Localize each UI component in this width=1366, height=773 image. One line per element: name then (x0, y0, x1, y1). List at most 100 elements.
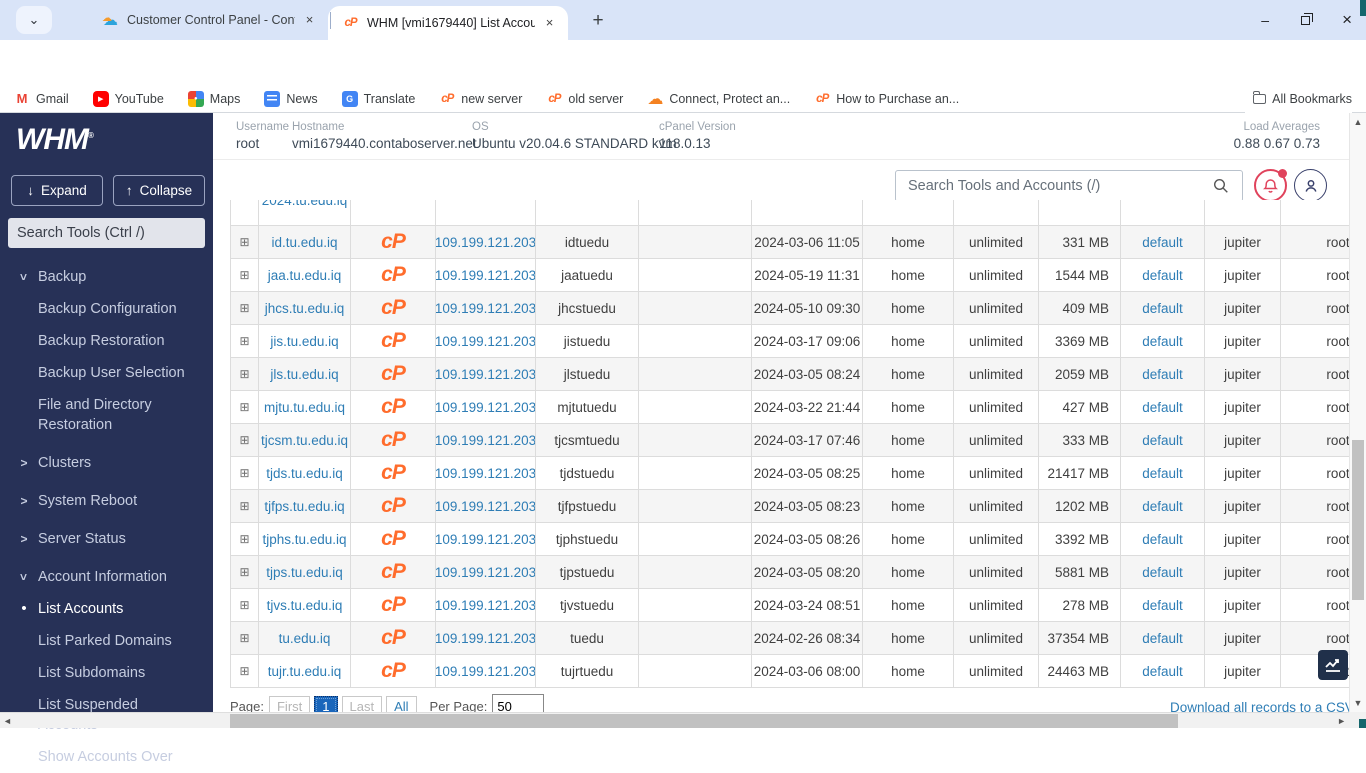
scroll-right-icon[interactable]: ► (1337, 716, 1346, 726)
bookmark-item[interactable]: old server (546, 91, 623, 107)
expand-row-icon[interactable]: ⊞ (239, 565, 249, 579)
domain-link[interactable]: jis.tu.edu.iq (270, 334, 338, 349)
tab-close-icon[interactable]: × (301, 12, 318, 29)
domain-link[interactable]: id.tu.edu.iq (271, 235, 337, 250)
sidebar-item[interactable]: Backup User Selection (0, 357, 213, 389)
cpanel-logo-icon[interactable]: cP (381, 560, 405, 584)
scroll-up-icon[interactable]: ▲ (1350, 117, 1366, 127)
ip-link[interactable]: 109.199.121.203 (436, 400, 536, 415)
sidebar-item[interactable]: Account Information (0, 561, 213, 593)
bookmark-item[interactable]: Translate (342, 91, 416, 107)
horizontal-scroll-thumb[interactable] (230, 714, 1178, 728)
collapse-button[interactable]: ↑ Collapse (113, 175, 205, 206)
sidebar-item[interactable]: System Reboot (0, 485, 213, 517)
sidebar-item[interactable]: File and Directory Restoration (0, 389, 213, 441)
tab-close-icon[interactable]: × (541, 15, 558, 32)
style-link[interactable]: default (1142, 268, 1183, 283)
minimize-button[interactable]: – (1261, 12, 1269, 28)
domain-link[interactable]: tjds.tu.edu.iq (266, 466, 343, 481)
domain-link[interactable]: 2024.tu.edu.iq (262, 200, 348, 208)
page-button[interactable]: First (269, 696, 310, 713)
ip-link[interactable]: 109.199.121.203 (436, 334, 536, 349)
ip-link[interactable]: 109.199.121.203 (436, 664, 536, 679)
horizontal-scrollbar[interactable]: ◄ ► (0, 712, 1349, 728)
user-menu-button[interactable] (1294, 169, 1327, 202)
bookmark-item[interactable]: Gmail (14, 91, 69, 107)
domain-link[interactable]: tu.edu.iq (279, 631, 331, 646)
expand-row-icon[interactable]: ⊞ (239, 664, 249, 678)
domain-link[interactable]: tjvs.tu.edu.iq (267, 598, 343, 613)
domain-link[interactable]: tjcsm.tu.edu.iq (261, 433, 348, 448)
ip-link[interactable]: 109.199.121.203 (436, 532, 536, 547)
expand-row-icon[interactable]: ⊞ (239, 400, 249, 414)
style-link[interactable]: default (1142, 466, 1183, 481)
expand-row-icon[interactable]: ⊞ (239, 235, 249, 249)
style-link[interactable]: default (1142, 565, 1183, 580)
bookmark-item[interactable]: Connect, Protect an... (647, 91, 790, 107)
expand-row-icon[interactable]: ⊞ (239, 466, 249, 480)
cpanel-logo-icon[interactable]: cP (381, 263, 405, 287)
expand-row-icon[interactable]: ⊞ (239, 532, 249, 546)
tab-search-button[interactable]: ⌄ (16, 6, 52, 34)
cpanel-logo-icon[interactable]: cP (381, 461, 405, 485)
restore-button[interactable] (1301, 16, 1310, 25)
notifications-button[interactable] (1254, 169, 1287, 202)
bookmark-item[interactable]: How to Purchase an... (814, 91, 959, 107)
close-window-button[interactable]: × (1342, 10, 1352, 30)
style-link[interactable]: default (1142, 433, 1183, 448)
style-link[interactable]: default (1142, 301, 1183, 316)
style-link[interactable]: default (1142, 367, 1183, 382)
ip-link[interactable]: 109.199.121.203 (436, 367, 536, 382)
style-link[interactable]: default (1142, 334, 1183, 349)
page-button[interactable]: 1 (314, 696, 337, 713)
cpanel-logo-icon[interactable]: cP (381, 296, 405, 320)
sidebar-item[interactable]: Server Status (0, 523, 213, 555)
cpanel-logo-icon[interactable]: cP (381, 329, 405, 353)
download-csv-link[interactable]: Download all records to a CSV f (1170, 700, 1361, 712)
expand-row-icon[interactable]: ⊞ (239, 598, 249, 612)
sidebar-search-input[interactable] (8, 218, 205, 248)
style-link[interactable]: default (1142, 598, 1183, 613)
sidebar-item[interactable]: List Accounts (0, 593, 213, 625)
expand-row-icon[interactable]: ⊞ (239, 499, 249, 513)
vertical-scroll-thumb[interactable] (1352, 440, 1364, 600)
domain-link[interactable]: mjtu.tu.edu.iq (264, 400, 345, 415)
sidebar-item[interactable]: Backup Restoration (0, 325, 213, 357)
all-bookmarks-button[interactable]: All Bookmarks (1245, 85, 1352, 113)
cpanel-logo-icon[interactable]: cP (381, 659, 405, 683)
ip-link[interactable]: 109.199.121.203 (436, 268, 536, 283)
browser-tab[interactable]: WHM [vmi1679440] List Accoun × (328, 6, 568, 40)
expand-row-icon[interactable]: ⊞ (239, 268, 249, 282)
sidebar-item[interactable]: Backup (0, 261, 213, 293)
sidebar-item[interactable]: List Subdomains (0, 657, 213, 689)
page-button[interactable]: All (386, 696, 416, 713)
cpanel-logo-icon[interactable]: cP (381, 626, 405, 650)
cpanel-logo-icon[interactable]: cP (381, 395, 405, 419)
sidebar-item[interactable]: Clusters (0, 447, 213, 479)
domain-link[interactable]: tjps.tu.edu.iq (266, 565, 343, 580)
expand-row-icon[interactable]: ⊞ (239, 367, 249, 381)
expand-row-icon[interactable]: ⊞ (239, 433, 249, 447)
domain-link[interactable]: jaa.tu.edu.iq (268, 268, 342, 283)
style-link[interactable]: default (1142, 631, 1183, 646)
browser-tab[interactable]: Customer Control Panel - Conta × (88, 0, 328, 40)
scroll-left-icon[interactable]: ◄ (3, 716, 12, 726)
domain-link[interactable]: tjfps.tu.edu.iq (264, 499, 344, 514)
domain-link[interactable]: tujr.tu.edu.iq (268, 664, 342, 679)
ip-link[interactable]: 109.199.121.203 (436, 301, 536, 316)
bookmark-item[interactable]: Maps (188, 91, 241, 107)
domain-link[interactable]: jhcs.tu.edu.iq (265, 301, 345, 316)
cpanel-logo-icon[interactable]: cP (381, 494, 405, 518)
sidebar-item[interactable]: List Parked Domains (0, 625, 213, 657)
style-link[interactable]: default (1142, 400, 1183, 415)
ip-link[interactable]: 109.199.121.203 (436, 235, 536, 250)
vertical-scrollbar[interactable]: ▲ ▼ (1349, 113, 1366, 712)
ip-link[interactable]: 109.199.121.203 (436, 499, 536, 514)
ip-link[interactable]: 109.199.121.203 (436, 598, 536, 613)
cpanel-logo-icon[interactable]: cP (381, 527, 405, 551)
expand-row-icon[interactable]: ⊞ (239, 301, 249, 315)
domain-link[interactable]: jls.tu.edu.iq (270, 367, 338, 382)
accounts-search-input[interactable] (895, 170, 1243, 202)
expand-button[interactable]: ↓ Expand (11, 175, 103, 206)
whm-logo[interactable]: WHM® (16, 123, 93, 157)
